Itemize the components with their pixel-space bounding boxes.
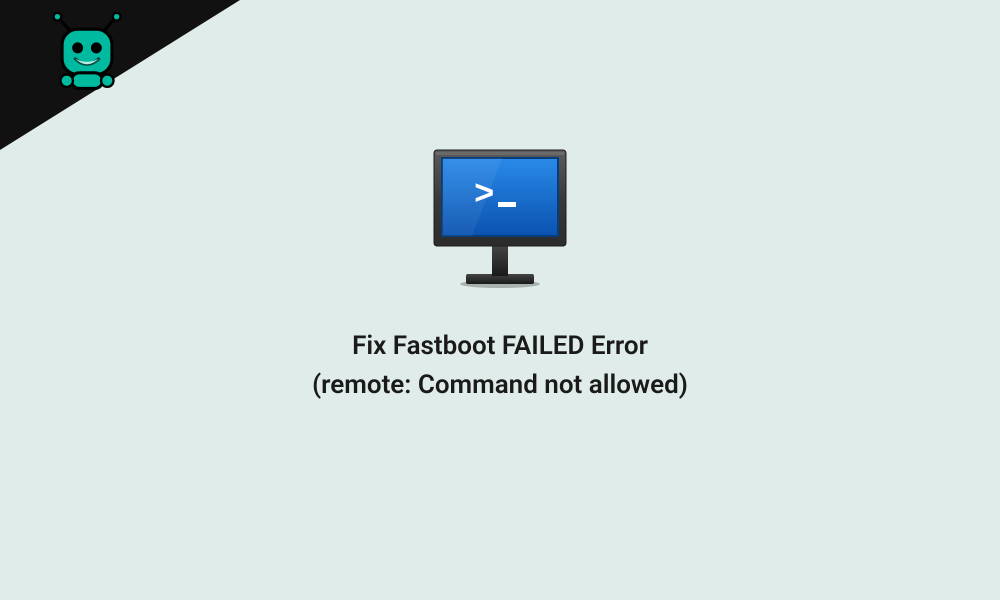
robot-mascot-icon — [48, 12, 126, 90]
headline-line-2: (remote: Command not allowed) — [0, 366, 1000, 405]
terminal-monitor-icon: > — [432, 148, 568, 288]
headline: Fix Fastboot FAILED Error (remote: Comma… — [0, 327, 1000, 405]
terminal-cursor-glyph — [498, 202, 516, 207]
terminal-prompt-glyph: > — [474, 177, 494, 215]
monitor-svg: > — [432, 148, 568, 288]
corner-badge — [0, 0, 240, 150]
headline-line-1: Fix Fastboot FAILED Error — [0, 327, 1000, 366]
